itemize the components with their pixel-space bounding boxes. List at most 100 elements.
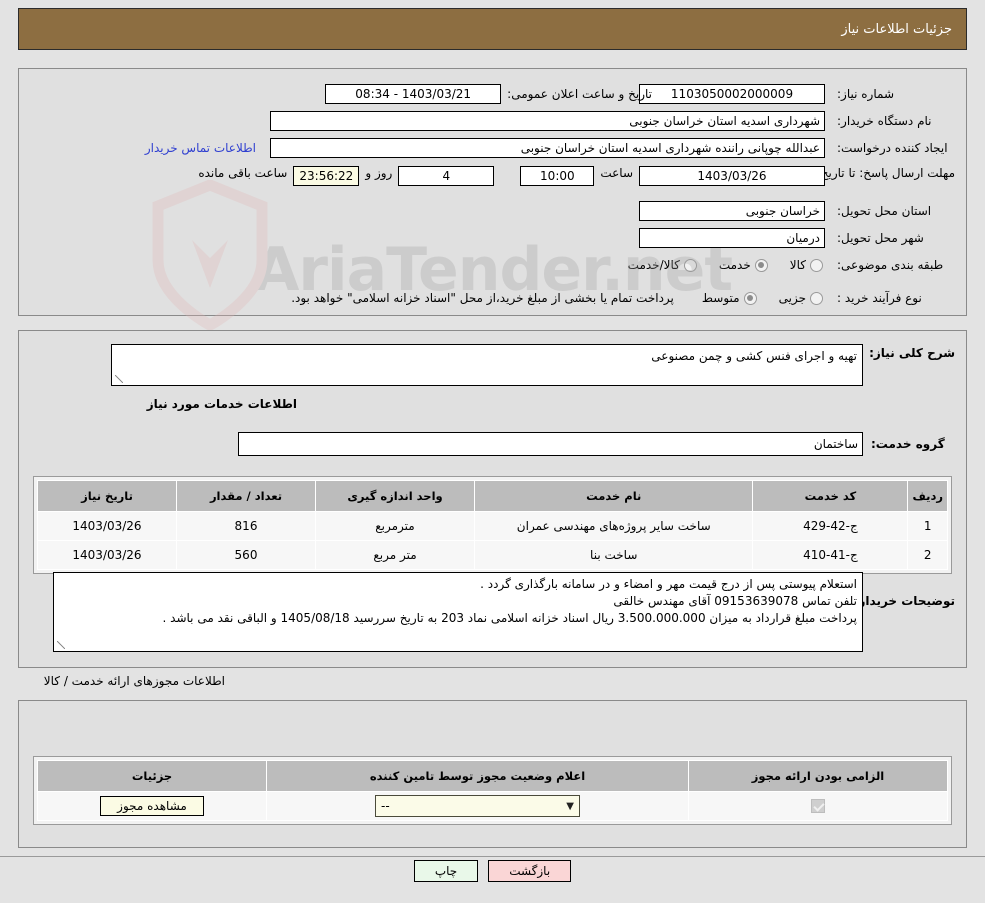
category-option-kala-khedmat[interactable]: کالا/خدمت	[628, 258, 697, 272]
province-label: استان محل تحویل:	[837, 204, 932, 218]
cell-row: 2	[907, 540, 948, 570]
radio-icon	[810, 291, 823, 305]
announcement-row: تاریخ و ساعت اعلان عمومی: 1403/03/21 - 0…	[325, 84, 658, 104]
deadline-label: مهلت ارسال پاسخ: تا تاریخ:	[816, 166, 955, 180]
cell-permit-status: ▼ --	[266, 791, 689, 821]
general-description-row: شرح کلی نیاز: تهیه و اجرای فنس کشی و چمن…	[111, 344, 955, 386]
services-section-heading: اطلاعات خدمات مورد نیاز	[146, 397, 297, 411]
chevron-down-icon: ▼	[566, 800, 574, 812]
permits-table-wrapper: الزامی بودن ارائه مجوز اعلام وضعیت مجوز …	[33, 756, 952, 825]
process-option-motavaset[interactable]: متوسط	[702, 291, 757, 305]
page-title: جزئیات اطلاعات نیاز	[841, 21, 952, 37]
col-code: کد خدمت	[752, 480, 909, 512]
announcement-label: تاریخ و ساعت اعلان عمومی:	[507, 87, 652, 101]
buyer-org-value: شهرداری اسدیه استان خراسان جنوبی	[270, 111, 825, 131]
province-value: خراسان جنوبی	[639, 201, 825, 221]
radio-icon-selected	[743, 291, 757, 305]
page-header: جزئیات اطلاعات نیاز	[18, 8, 967, 50]
cell-permit-required	[688, 791, 948, 821]
cell-unit: مترمربع	[315, 511, 475, 541]
cell-name: ساخت سایر پروژه‌های مهندسی عمران	[473, 511, 754, 541]
buyer-notes-label: توضیحات خریدار:	[853, 594, 955, 608]
permit-required-checkbox	[811, 799, 825, 814]
print-button[interactable]: چاپ	[413, 860, 479, 882]
radio-icon-selected	[754, 258, 768, 272]
general-description-value[interactable]: تهیه و اجرای فنس کشی و چمن مصنوعی	[111, 344, 863, 386]
cell-date: 1403/03/26	[37, 540, 177, 570]
permits-table: الزامی بودن ارائه مجوز اعلام وضعیت مجوز …	[37, 760, 948, 821]
process-note: پرداخت تمام یا بخشی از مبلغ خرید،از محل …	[291, 291, 674, 305]
city-row: شهر محل تحویل: درمیان	[639, 228, 955, 248]
category-option-khedmat[interactable]: خدمت	[719, 258, 768, 272]
footer-button-bar: بازگشت چاپ	[0, 860, 985, 882]
process-label: نوع فرآیند خرید :	[837, 291, 922, 305]
buyer-notes-row: توضیحات خریدار: استعلام پیوستی پس از درج…	[53, 572, 955, 652]
creator-value: عبدالله چوپانی راننده شهرداری اسدیه استا…	[270, 138, 825, 158]
cell-code: ج-41-410	[752, 540, 909, 570]
cell-unit: متر مربع	[315, 540, 475, 570]
col-permit-details: جزئیات	[37, 760, 267, 792]
col-date: تاریخ نیاز	[37, 480, 177, 512]
cell-qty: 560	[176, 540, 316, 570]
buyer-org-row: نام دستگاه خریدار: شهرداری اسدیه استان خ…	[270, 111, 955, 131]
permits-section-heading: اطلاعات مجوزهای ارائه خدمت / کالا	[43, 674, 225, 688]
cell-row: 1	[907, 511, 948, 541]
radio-icon	[683, 258, 697, 272]
permit-status-select[interactable]: ▼ --	[375, 795, 580, 817]
service-group-value[interactable]: ساختمان	[238, 432, 863, 456]
col-unit: واحد اندازه گیری	[315, 480, 475, 512]
buyer-notes-value[interactable]: استعلام پیوستی پس از درج قیمت مهر و امضا…	[53, 572, 863, 652]
buyer-contact-link[interactable]: اطلاعات تماس خریدار	[145, 141, 256, 155]
process-option-label: متوسط	[701, 291, 740, 305]
deadline-hour-value: 10:00	[520, 166, 595, 186]
city-value: درمیان	[639, 228, 825, 248]
cell-permit-details: مشاهده مجوز	[37, 791, 267, 821]
radio-icon	[810, 258, 823, 272]
category-radio-group[interactable]: کالا خدمت کالا/خدمت	[606, 258, 823, 272]
deadline-row: مهلت ارسال پاسخ: تا تاریخ: 1403/03/26 سا…	[192, 166, 955, 186]
table-row: 1 ج-42-429 ساخت سایر پروژه‌های مهندسی عم…	[37, 511, 948, 541]
announcement-value: 1403/03/21 - 08:34	[325, 84, 502, 104]
creator-row: ایجاد کننده درخواست: عبدالله چوپانی رانن…	[145, 138, 955, 158]
province-row: استان محل تحویل: خراسان جنوبی	[639, 201, 955, 221]
service-group-row: گروه خدمت: ساختمان	[238, 432, 955, 456]
services-table: ردیف کد خدمت نام خدمت واحد اندازه گیری ت…	[37, 480, 948, 570]
col-permit-status: اعلام وضعیت مجوز توسط تامین کننده	[266, 760, 689, 792]
buyer-note-line: تلفن تماس 09153639078 آقای مهندس خالقی	[613, 594, 857, 608]
footer-divider	[0, 856, 985, 857]
category-option-label: خدمت	[718, 258, 751, 272]
buyer-org-label: نام دستگاه خریدار:	[837, 114, 932, 128]
process-option-jozei[interactable]: جزیی	[779, 291, 823, 305]
cell-code: ج-42-429	[752, 511, 909, 541]
cell-qty: 816	[176, 511, 316, 541]
col-qty: تعداد / مقدار	[176, 480, 316, 512]
view-permit-button[interactable]: مشاهده مجوز	[100, 796, 204, 816]
general-description-label: شرح کلی نیاز:	[869, 346, 955, 360]
need-number-label: شماره نیاز:	[837, 87, 894, 101]
cell-name: ساخت بنا	[473, 540, 754, 570]
category-row: طبقه بندی موضوعی: کالا خدمت کالا/خدمت	[606, 258, 955, 272]
countdown-label: ساعت باقی مانده	[198, 166, 288, 180]
table-row: 2 ج-41-410 ساخت بنا متر مربع 560 1403/03…	[37, 540, 948, 570]
permit-status-value: --	[381, 799, 390, 813]
process-row: نوع فرآیند خرید : جزیی متوسط پرداخت تمام…	[291, 291, 955, 305]
table-row: ▼ -- مشاهده مجوز	[37, 791, 948, 821]
deadline-hour-label: ساعت	[600, 166, 633, 180]
category-option-kala[interactable]: کالا	[790, 258, 823, 272]
cell-date: 1403/03/26	[37, 511, 177, 541]
service-group-label: گروه خدمت:	[871, 437, 945, 451]
need-number-row: شماره نیاز: 1103050002000009	[639, 84, 955, 104]
creator-label: ایجاد کننده درخواست:	[837, 141, 948, 155]
need-number-value: 1103050002000009	[639, 84, 825, 104]
permits-table-header-row: الزامی بودن ارائه مجوز اعلام وضعیت مجوز …	[37, 760, 948, 792]
countdown-timer: 23:56:22	[293, 166, 360, 186]
category-option-label: کالا	[789, 258, 806, 272]
need-info-panel	[18, 68, 967, 316]
col-permit-required: الزامی بودن ارائه مجوز	[688, 760, 948, 792]
services-table-wrapper: ردیف کد خدمت نام خدمت واحد اندازه گیری ت…	[33, 476, 952, 574]
process-radio-group[interactable]: جزیی متوسط	[680, 291, 823, 305]
back-button[interactable]: بازگشت	[488, 860, 572, 882]
buyer-note-line: پرداخت مبلغ قرارداد به میزان 3.500.000.0…	[162, 611, 857, 625]
col-row: ردیف	[907, 480, 948, 512]
category-option-label: کالا/خدمت	[627, 258, 680, 272]
